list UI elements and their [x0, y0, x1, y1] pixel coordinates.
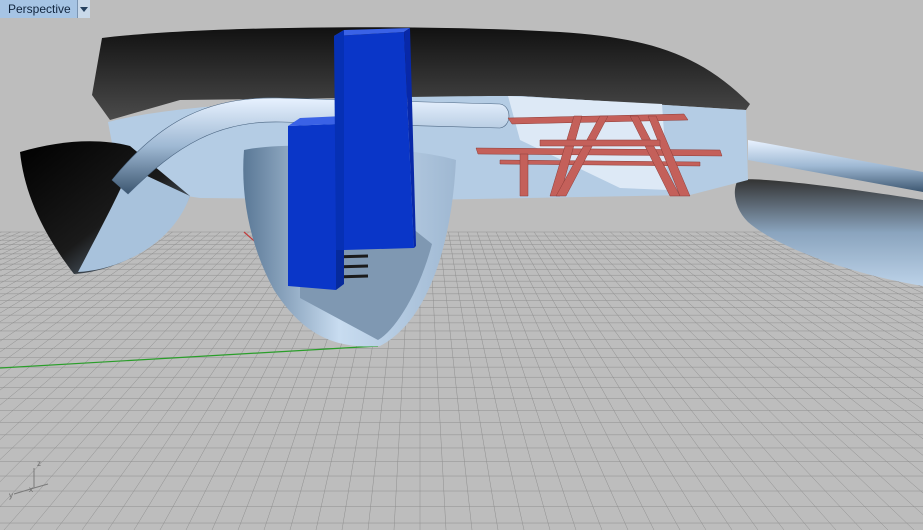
axis-widget: z x y	[9, 459, 49, 500]
grid-line	[55, 231, 287, 530]
grid-line	[591, 231, 889, 530]
grid-line	[0, 231, 145, 323]
grid-line	[0, 231, 183, 365]
grid-line	[0, 231, 173, 353]
grid-line	[514, 231, 681, 530]
grid-line	[0, 231, 11, 237]
x-axis-label: x	[29, 485, 33, 494]
blue-block-tall	[334, 28, 416, 250]
grid-line	[476, 231, 577, 530]
grid-line	[0, 231, 21, 242]
grid-line	[0, 231, 154, 332]
y-axis-label: y	[9, 491, 13, 500]
grid-line	[0, 231, 221, 422]
grid-line	[495, 231, 629, 530]
grid-line	[0, 231, 249, 483]
scene-canvas[interactable]: z x y	[0, 0, 923, 530]
z-axis-label: z	[37, 459, 41, 468]
viewport-title-tab[interactable]: Perspective	[0, 0, 90, 18]
grid-line	[533, 231, 733, 530]
grid-line	[524, 231, 707, 530]
grid-line	[553, 231, 785, 530]
grid-line	[0, 231, 240, 460]
grid-line	[448, 231, 499, 530]
viewport-title[interactable]: Perspective	[0, 0, 78, 18]
grid-line	[486, 231, 603, 530]
grid-line	[543, 231, 759, 530]
grid-line	[562, 231, 811, 530]
grid-line	[29, 231, 278, 530]
grid-line	[505, 231, 655, 530]
grid-line	[81, 231, 297, 530]
grid-line	[457, 231, 525, 530]
grid-line	[0, 231, 107, 291]
grid-line	[572, 231, 837, 530]
grid-line	[467, 231, 551, 530]
perspective-viewport[interactable]: Perspective z x y	[0, 0, 923, 530]
grid-line	[0, 231, 126, 306]
chevron-down-icon[interactable]	[77, 0, 90, 18]
grid-line	[600, 231, 915, 530]
grid-line	[581, 231, 863, 530]
grid-line	[0, 231, 30, 246]
ground-grid	[0, 231, 923, 530]
grid-line	[438, 231, 473, 530]
grid-line	[0, 231, 259, 507]
right-pontoon	[734, 179, 923, 286]
grid-line	[0, 231, 116, 298]
